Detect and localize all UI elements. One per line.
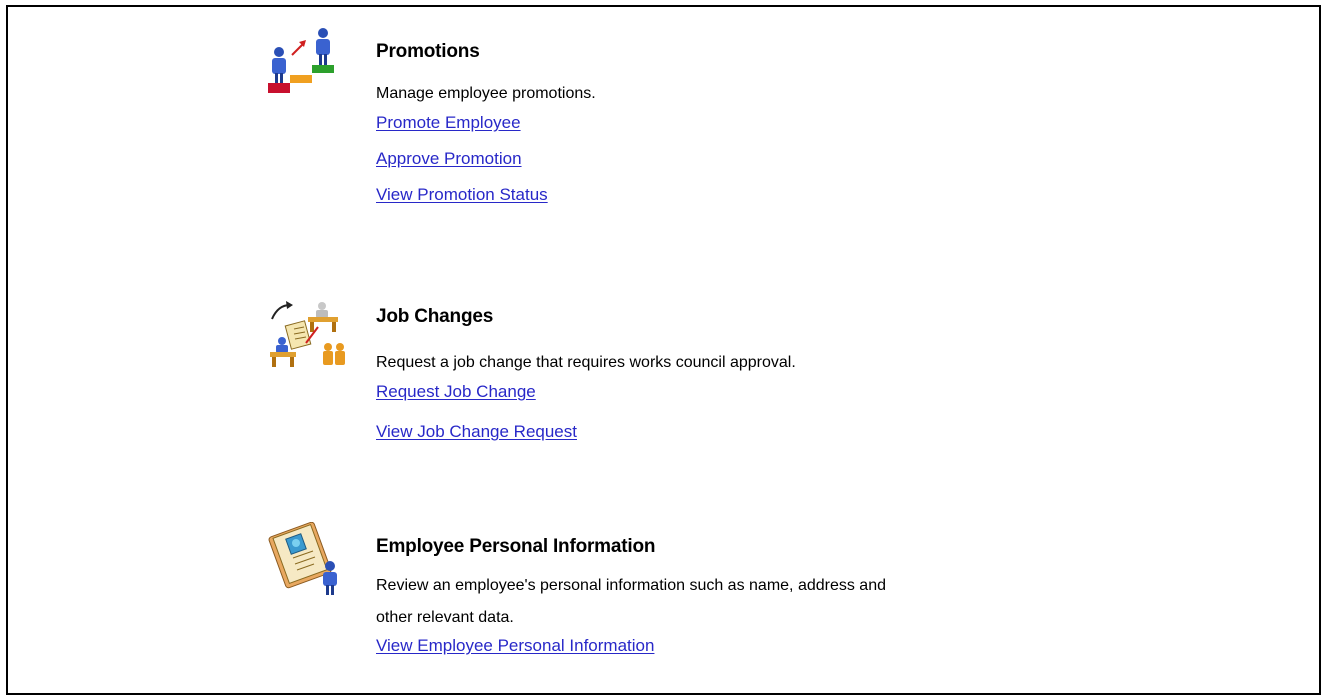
job-changes-links: Request Job Change View Job Change Reque… — [376, 380, 1136, 460]
view-job-change-request-link[interactable]: View Job Change Request — [376, 422, 577, 441]
section-description: Manage employee promotions. — [376, 85, 596, 102]
section-description: Review an employee's personal informatio… — [376, 570, 1136, 634]
section-title: Promotions — [376, 41, 480, 62]
personal-info-links: View Employee Personal Information — [376, 634, 1136, 670]
personal-info-content: Employee Personal Information Review an … — [376, 536, 1136, 670]
request-job-change-link[interactable]: Request Job Change — [376, 382, 536, 401]
personal-info-folder-icon — [266, 521, 350, 598]
view-employee-personal-information-link[interactable]: View Employee Personal Information — [376, 636, 654, 655]
promotions-links: Promote Employee Approve Promotion View … — [376, 111, 1136, 219]
promotion-stairs-icon — [266, 25, 350, 101]
promotions-content: Promotions Manage employee promotions. P… — [376, 41, 1136, 219]
section-title: Job Changes — [376, 306, 494, 327]
view-promotion-status-link[interactable]: View Promotion Status — [376, 185, 548, 204]
section-title: Employee Personal Information — [376, 536, 656, 557]
job-changes-content: Job Changes Request a job change that re… — [376, 306, 1136, 460]
promote-employee-link[interactable]: Promote Employee — [376, 113, 521, 132]
approve-promotion-link[interactable]: Approve Promotion — [376, 149, 522, 168]
description-line-2: other relevant data. — [376, 609, 514, 626]
content-frame: Promotions Manage employee promotions. P… — [6, 5, 1321, 695]
section-description: Request a job change that requires works… — [376, 354, 796, 371]
job-change-desk-icon — [266, 297, 350, 373]
description-line-1: Review an employee's personal informatio… — [376, 577, 886, 594]
